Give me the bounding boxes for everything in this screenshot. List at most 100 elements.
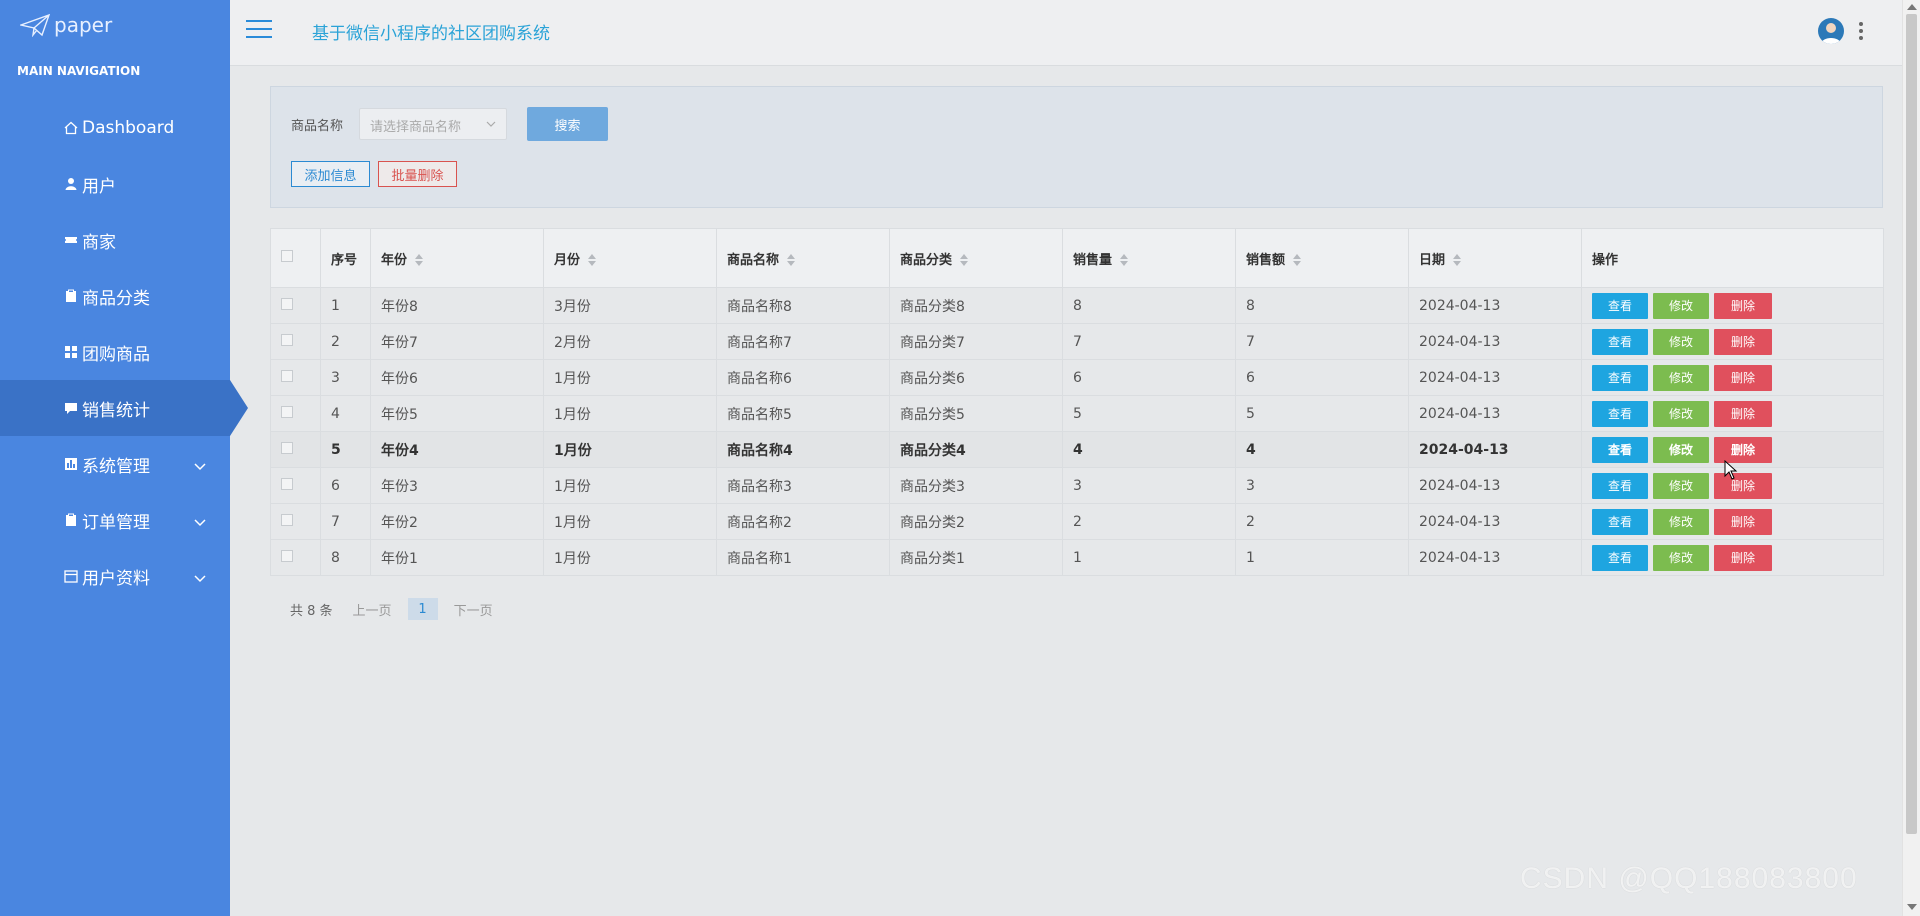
sidebar-item-4[interactable]: 团购商品	[0, 324, 230, 380]
col-header-product-name[interactable]: 商品名称	[716, 228, 890, 288]
sort-icon[interactable]	[1453, 254, 1462, 266]
edit-button[interactable]: 修改	[1653, 292, 1709, 319]
view-button[interactable]: 查看	[1592, 400, 1648, 427]
row-checkbox[interactable]	[281, 549, 293, 562]
row-checkbox[interactable]	[281, 333, 293, 346]
col-header-year[interactable]: 年份	[370, 228, 544, 288]
prev-page-link[interactable]: 上一页	[353, 600, 392, 619]
sidebar-item-label: 团购商品	[82, 344, 150, 365]
row-checkbox[interactable]	[281, 513, 293, 526]
col-header-no: 序号	[320, 228, 371, 288]
scroll-thumb[interactable]	[1906, 14, 1917, 834]
view-button[interactable]: 查看	[1592, 472, 1648, 499]
table-row[interactable]: 7 年份2 1月份 商品名称2 商品分类2 2 2 2024-04-13 查看 修改 删除	[270, 503, 1884, 540]
avatar[interactable]	[1818, 18, 1844, 44]
product-name-select[interactable]: 请选择商品名称	[359, 108, 507, 140]
logo[interactable]: paper	[0, 0, 230, 50]
col-header-month[interactable]: 月份	[543, 228, 717, 288]
row-checkbox[interactable]	[281, 405, 293, 418]
sort-icon[interactable]	[787, 254, 796, 266]
delete-button[interactable]: 删除	[1714, 544, 1772, 571]
add-info-button[interactable]: 添加信息	[291, 161, 370, 187]
delete-button[interactable]: 删除	[1714, 436, 1772, 463]
home-icon	[64, 121, 78, 135]
table-row[interactable]: 2 年份7 2月份 商品名称7 商品分类7 7 7 2024-04-13 查看 修改 删除	[270, 323, 1884, 360]
table-row[interactable]: 4 年份5 1月份 商品名称5 商品分类5 5 5 2024-04-13 查看 修改 删除	[270, 395, 1884, 432]
table-row[interactable]: 5 年份4 1月份 商品名称4 商品分类4 4 4 2024-04-13 查看 修改 删除	[270, 431, 1884, 468]
row-date: 2024-04-13	[1408, 431, 1582, 468]
delete-button[interactable]: 删除	[1714, 364, 1772, 391]
edit-button[interactable]: 修改	[1653, 472, 1709, 499]
row-select-cell	[270, 431, 321, 468]
sidebar-item-0[interactable]: Dashboard	[0, 100, 230, 156]
delete-button[interactable]: 删除	[1714, 292, 1772, 319]
edit-button[interactable]: 修改	[1653, 328, 1709, 355]
row-product-name: 商品名称7	[716, 323, 890, 360]
page-scrollbar[interactable]	[1902, 0, 1920, 916]
app-title: 基于微信小程序的社区团购系统	[312, 24, 550, 44]
delete-button[interactable]: 删除	[1714, 328, 1772, 355]
edit-button[interactable]: 修改	[1653, 400, 1709, 427]
sidebar-item-5[interactable]: 销售统计	[0, 380, 248, 436]
table-row[interactable]: 3 年份6 1月份 商品名称6 商品分类6 6 6 2024-04-13 查看 修改 删除	[270, 359, 1884, 396]
view-button[interactable]: 查看	[1592, 508, 1648, 535]
sidebar-item-1[interactable]: 用户	[0, 156, 230, 212]
sidebar-item-label: 用户	[82, 176, 116, 197]
paper-plane-icon	[20, 13, 50, 37]
menu-toggle-icon[interactable]	[246, 20, 272, 40]
sidebar-item-3[interactable]: 商品分类	[0, 268, 230, 324]
col-header-amount[interactable]: 销售额	[1235, 228, 1409, 288]
sort-icon[interactable]	[960, 254, 969, 266]
ticket-icon	[64, 233, 78, 247]
sidebar: paper MAIN NAVIGATION Dashboard 用户 商家 商品分类团…	[0, 0, 248, 916]
row-checkbox[interactable]	[281, 477, 293, 490]
col-header-date[interactable]: 日期	[1408, 228, 1582, 288]
row-category: 商品分类5	[889, 395, 1063, 432]
page-number-current[interactable]: 1	[407, 598, 438, 620]
select-all-checkbox[interactable]	[281, 250, 293, 262]
next-page-link[interactable]: 下一页	[454, 600, 493, 619]
row-checkbox[interactable]	[281, 441, 293, 454]
top-header: 基于微信小程序的社区团购系统	[230, 0, 1902, 66]
sort-icon[interactable]	[1293, 254, 1302, 266]
sidebar-item-2[interactable]: 商家	[0, 212, 230, 268]
data-table: 序号 年份 月份 商品名称 商品分类 销售量 销售额 日期 操作 1 年份8 3月份…	[270, 228, 1884, 576]
col-header-qty[interactable]: 销售量	[1062, 228, 1236, 288]
row-month: 1月份	[543, 395, 717, 432]
edit-button[interactable]: 修改	[1653, 364, 1709, 391]
row-amount: 1	[1235, 539, 1409, 576]
row-category: 商品分类1	[889, 539, 1063, 576]
row-month: 3月份	[543, 287, 717, 324]
table-row[interactable]: 1 年份8 3月份 商品名称8 商品分类8 8 8 2024-04-13 查看 修改 删除	[270, 287, 1884, 324]
table-row[interactable]: 6 年份3 1月份 商品名称3 商品分类3 3 3 2024-04-13 查看 修改 删除	[270, 467, 1884, 504]
more-menu-icon[interactable]	[1858, 22, 1864, 40]
edit-button[interactable]: 修改	[1653, 436, 1709, 463]
edit-button[interactable]: 修改	[1653, 544, 1709, 571]
batch-delete-button[interactable]: 批量删除	[378, 161, 457, 187]
row-month: 1月份	[543, 431, 717, 468]
sidebar-item-8[interactable]: 用户资料	[0, 548, 230, 604]
sidebar-item-6[interactable]: 系统管理	[0, 436, 230, 492]
sort-icon[interactable]	[415, 254, 424, 266]
view-button[interactable]: 查看	[1592, 436, 1648, 463]
search-button[interactable]: 搜索	[527, 107, 608, 141]
sort-icon[interactable]	[1120, 254, 1129, 266]
logo-text: paper	[54, 13, 113, 37]
delete-button[interactable]: 删除	[1714, 472, 1772, 499]
delete-button[interactable]: 删除	[1714, 400, 1772, 427]
view-button[interactable]: 查看	[1592, 544, 1648, 571]
row-checkbox[interactable]	[281, 369, 293, 382]
scroll-down-icon[interactable]	[1907, 904, 1917, 910]
sort-icon[interactable]	[588, 254, 597, 266]
scroll-up-icon[interactable]	[1907, 4, 1917, 10]
row-category: 商品分类8	[889, 287, 1063, 324]
delete-button[interactable]: 删除	[1714, 508, 1772, 535]
table-row[interactable]: 8 年份1 1月份 商品名称1 商品分类1 1 1 2024-04-13 查看 修改 删除	[270, 539, 1884, 576]
view-button[interactable]: 查看	[1592, 292, 1648, 319]
sidebar-item-7[interactable]: 订单管理	[0, 492, 230, 548]
view-button[interactable]: 查看	[1592, 364, 1648, 391]
view-button[interactable]: 查看	[1592, 328, 1648, 355]
edit-button[interactable]: 修改	[1653, 508, 1709, 535]
col-header-category[interactable]: 商品分类	[889, 228, 1063, 288]
row-checkbox[interactable]	[281, 297, 293, 310]
